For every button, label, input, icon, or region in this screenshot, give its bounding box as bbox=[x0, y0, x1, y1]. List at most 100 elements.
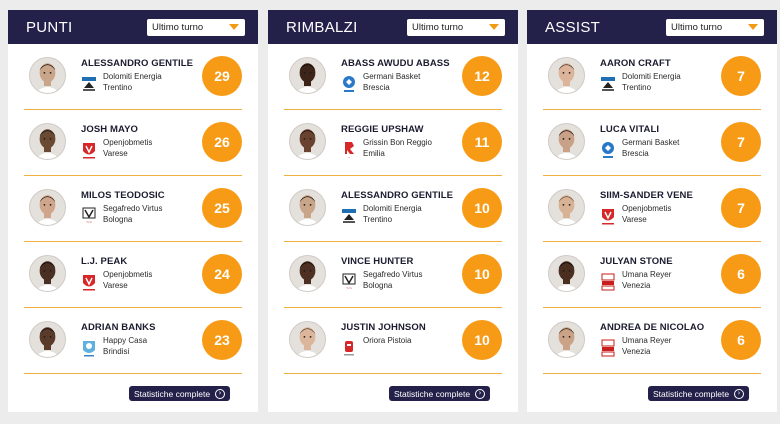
player-avatar[interactable] bbox=[29, 57, 66, 94]
stat-value-badge: 24 bbox=[202, 254, 242, 294]
player-avatar[interactable] bbox=[289, 255, 326, 292]
team-name: Germani Basket Brescia bbox=[622, 137, 679, 159]
stat-value-badge: 10 bbox=[462, 254, 502, 294]
player-avatar[interactable] bbox=[548, 57, 585, 94]
team-name-line2: Varese bbox=[622, 215, 647, 224]
team-name: Openjobmetis Varese bbox=[103, 269, 152, 291]
player-name[interactable]: AARON CRAFT bbox=[600, 58, 671, 69]
team-name: Oriora Pistoia bbox=[363, 335, 411, 346]
stat-value-badge: 12 bbox=[462, 56, 502, 96]
leaders-card-rimbalzi: RIMBALZI Ultimo turno ABASS AWUDU ABASS Ger… bbox=[268, 10, 518, 412]
team-name-line1: Segafredo Virtus bbox=[363, 270, 423, 279]
dolomiti-logo bbox=[81, 74, 97, 94]
leader-row[interactable]: LUCA VITALI Germani Basket Brescia 7 bbox=[543, 110, 761, 176]
player-name[interactable]: ALESSANDRO GENTILE bbox=[81, 58, 193, 69]
player-name[interactable]: JULYAN STONE bbox=[600, 256, 673, 267]
team-name: Openjobmetis Varese bbox=[622, 203, 671, 225]
leader-row[interactable]: JULYAN STONE Umana Reyer Venezia 6 bbox=[543, 242, 761, 308]
team-name-line2: Brescia bbox=[363, 83, 390, 92]
caret-down-icon bbox=[748, 24, 758, 30]
player-name[interactable]: ANDREA DE NICOLAO bbox=[600, 322, 704, 333]
full-stats-button[interactable]: Statistiche complete › bbox=[389, 386, 491, 401]
team-name-line1: Openjobmetis bbox=[103, 138, 153, 147]
team-name-line2: Venezia bbox=[622, 281, 651, 290]
round-filter-select[interactable]: Ultimo turno bbox=[666, 18, 764, 36]
svg-text:~~: ~~ bbox=[86, 220, 92, 226]
team-name-line2: Trentino bbox=[363, 215, 393, 224]
player-avatar[interactable] bbox=[29, 255, 66, 292]
leader-row[interactable]: REGGIE UPSHAW ~ Grissin Bon Reggio Emilia 11 bbox=[284, 110, 502, 176]
varese-logo bbox=[600, 206, 616, 226]
player-avatar[interactable] bbox=[289, 57, 326, 94]
leader-row[interactable]: AARON CRAFT Dolomiti Energia Trentino 7 bbox=[543, 44, 761, 110]
leader-row[interactable]: MILOS TEODOSIC ~~ Segafredo Virtus Bologna 2… bbox=[24, 176, 242, 242]
player-name[interactable]: ADRIAN BANKS bbox=[81, 322, 156, 333]
round-filter-select[interactable]: Ultimo turno bbox=[147, 18, 245, 36]
leader-row[interactable]: SIIM-SANDER VENE Openjobmetis Varese 7 bbox=[543, 176, 761, 242]
player-name[interactable]: L.J. PEAK bbox=[81, 256, 127, 267]
round-filter-select[interactable]: Ultimo turno bbox=[407, 18, 505, 36]
full-stats-label: Statistiche complete bbox=[653, 388, 730, 399]
stat-value-badge: 25 bbox=[202, 188, 242, 228]
player-avatar[interactable] bbox=[289, 189, 326, 226]
svg-text:~: ~ bbox=[348, 155, 351, 160]
team-name: Umana Reyer Venezia bbox=[622, 269, 671, 291]
team-name-line2: Emilia bbox=[363, 149, 385, 158]
player-avatar[interactable] bbox=[289, 321, 326, 358]
team-name-line2: Brescia bbox=[622, 149, 649, 158]
team-name: Segafredo Virtus Bologna bbox=[363, 269, 422, 291]
leader-row[interactable]: JOSH MAYO Openjobmetis Varese 26 bbox=[24, 110, 242, 176]
team-name-line1: Umana Reyer bbox=[622, 270, 672, 279]
team-name-line2: Trentino bbox=[622, 83, 652, 92]
stat-value-badge: 26 bbox=[202, 122, 242, 162]
player-avatar[interactable] bbox=[29, 321, 66, 358]
round-filter-value: Ultimo turno bbox=[671, 21, 723, 33]
player-name[interactable]: LUCA VITALI bbox=[600, 124, 659, 135]
team-name: Openjobmetis Varese bbox=[103, 137, 152, 159]
leader-row[interactable]: ANDREA DE NICOLAO Umana Reyer Venezia 6 bbox=[543, 308, 761, 374]
team-name-line1: Segafredo Virtus bbox=[103, 204, 163, 213]
full-stats-button[interactable]: Statistiche complete › bbox=[129, 386, 231, 401]
player-name[interactable]: JUSTIN JOHNSON bbox=[341, 322, 426, 333]
player-name[interactable]: SIIM-SANDER VENE bbox=[600, 190, 693, 201]
player-name[interactable]: ABASS AWUDU ABASS bbox=[341, 58, 450, 69]
stat-value-badge: 6 bbox=[721, 254, 761, 294]
svg-text:~~: ~~ bbox=[346, 286, 352, 292]
leader-row[interactable]: VINCE HUNTER ~~ Segafredo Virtus Bologna 10 bbox=[284, 242, 502, 308]
leader-row[interactable]: ALESSANDRO GENTILE Dolomiti Energia Trenti… bbox=[284, 176, 502, 242]
player-avatar[interactable] bbox=[548, 255, 585, 292]
team-name-line1: Dolomiti Energia bbox=[103, 72, 162, 81]
team-name-line1: Grissin Bon Reggio bbox=[363, 138, 432, 147]
card-title: PUNTI bbox=[26, 18, 73, 36]
player-avatar[interactable] bbox=[29, 189, 66, 226]
dolomiti-logo bbox=[341, 206, 357, 226]
round-filter-value: Ultimo turno bbox=[412, 21, 464, 33]
full-stats-button[interactable]: Statistiche complete › bbox=[648, 386, 750, 401]
player-avatar[interactable] bbox=[548, 321, 585, 358]
team-name-line1: Openjobmetis bbox=[103, 270, 153, 279]
team-name-line2: Bologna bbox=[363, 281, 393, 290]
team-name-line1: Oriora Pistoia bbox=[363, 336, 412, 345]
team-name: Umana Reyer Venezia bbox=[622, 335, 671, 357]
player-avatar[interactable] bbox=[29, 123, 66, 160]
team-name-line2: Varese bbox=[103, 149, 128, 158]
leader-row[interactable]: ABASS AWUDU ABASS Germani Basket Brescia 12 bbox=[284, 44, 502, 110]
caret-down-icon bbox=[229, 24, 239, 30]
leaders-list: AARON CRAFT Dolomiti Energia Trentino 7 LUCA… bbox=[527, 44, 777, 374]
card-title: RIMBALZI bbox=[286, 18, 358, 36]
card-header: ASSIST Ultimo turno bbox=[527, 10, 777, 44]
player-name[interactable]: VINCE HUNTER bbox=[341, 256, 413, 267]
leader-row[interactable]: L.J. PEAK Openjobmetis Varese 24 bbox=[24, 242, 242, 308]
player-avatar[interactable] bbox=[548, 189, 585, 226]
leader-row[interactable]: ADRIAN BANKS Happy Casa Brindisi 23 bbox=[24, 308, 242, 374]
player-name[interactable]: MILOS TEODOSIC bbox=[81, 190, 165, 201]
stat-value-badge: 7 bbox=[721, 188, 761, 228]
player-name[interactable]: ALESSANDRO GENTILE bbox=[341, 190, 453, 201]
player-name[interactable]: JOSH MAYO bbox=[81, 124, 138, 135]
varese-logo bbox=[81, 272, 97, 292]
leader-row[interactable]: JUSTIN JOHNSON Oriora Pistoia 10 bbox=[284, 308, 502, 374]
leader-row[interactable]: ALESSANDRO GENTILE Dolomiti Energia Trenti… bbox=[24, 44, 242, 110]
player-name[interactable]: REGGIE UPSHAW bbox=[341, 124, 424, 135]
player-avatar[interactable] bbox=[289, 123, 326, 160]
player-avatar[interactable] bbox=[548, 123, 585, 160]
